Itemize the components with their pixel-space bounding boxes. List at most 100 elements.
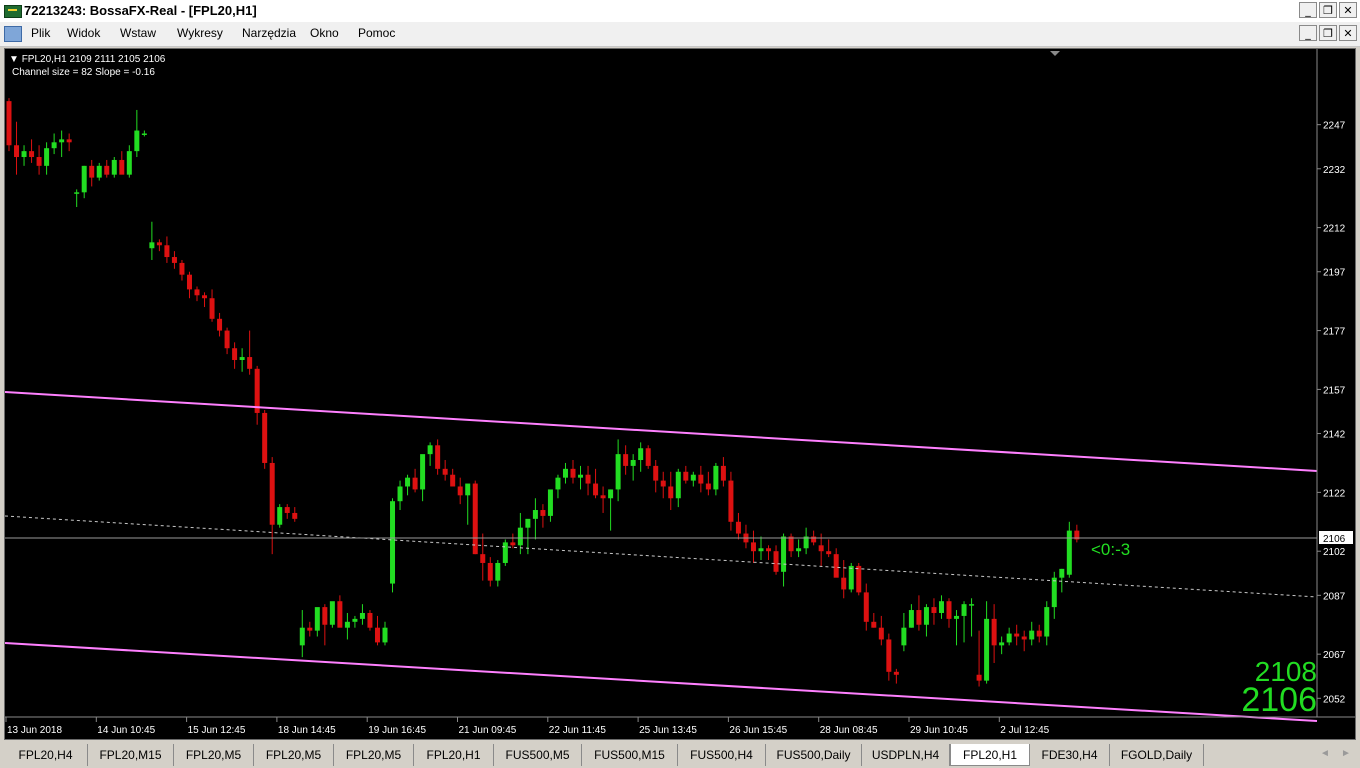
candle-body (141, 133, 147, 135)
candle-body (916, 610, 922, 625)
menu-widok[interactable]: Widok (67, 26, 100, 40)
candle (803, 527, 809, 555)
chart-window[interactable]: 2247 2232 2212 2197 2177 2157 2142 2122 2102 2087… (4, 48, 1356, 740)
candle-body (856, 565, 862, 593)
candle (1059, 568, 1065, 593)
candle (886, 633, 892, 681)
candle-body (277, 507, 283, 525)
candle-body (66, 139, 72, 143)
candle (457, 477, 463, 505)
mdi-close-button[interactable]: ✕ (1339, 25, 1357, 41)
tab-fpl20-m5-2[interactable]: FPL20,M5 (254, 744, 334, 766)
channel-upper-line[interactable] (5, 391, 1318, 472)
collapse-triangle-icon[interactable]: ▼ (9, 54, 19, 65)
candle-body (562, 468, 568, 478)
tab-fus500-m5[interactable]: FUS500,M5 (494, 744, 582, 766)
tab-fpl20-m5-3[interactable]: FPL20,M5 (334, 744, 414, 766)
candle-body (984, 618, 990, 681)
candle-body (923, 607, 929, 625)
candle-body (1051, 577, 1057, 608)
candle (262, 410, 268, 469)
candle (405, 474, 411, 496)
candle-body (179, 262, 185, 275)
candle-body (781, 536, 787, 572)
candle-body (1021, 636, 1027, 640)
candle (1036, 624, 1042, 643)
tab-fpl20-h4[interactable]: FPL20,H4 (4, 744, 88, 766)
menu-pomoc[interactable]: Pomoc (358, 26, 395, 40)
candle-body (314, 607, 320, 631)
candle (367, 610, 373, 631)
tab-usdpln-h4[interactable]: USDPLN,H4 (862, 744, 950, 766)
candle (675, 468, 681, 508)
candle (856, 562, 862, 596)
candle (44, 142, 50, 175)
tab-fpl20-h1[interactable]: FPL20,H1 (414, 744, 494, 766)
candle-body (758, 548, 764, 552)
time-tick-label: 22 Jun 11:45 (549, 725, 607, 736)
tab-fus500-m15[interactable]: FUS500,M15 (582, 744, 678, 766)
menu-plik[interactable]: Plik (31, 26, 50, 40)
menu-okno[interactable]: Okno (310, 26, 339, 40)
tabs-scroll-right-icon[interactable]: ► (1341, 748, 1351, 759)
candle-body (171, 257, 177, 263)
tab-fus500-h4[interactable]: FUS500,H4 (678, 744, 766, 766)
candle (217, 312, 223, 337)
menu-wykresy[interactable]: Wykresy (177, 26, 223, 40)
tabs-scroll-left-icon[interactable]: ◄ (1320, 748, 1330, 759)
candle-body (705, 483, 711, 490)
candle (89, 159, 95, 187)
candle-body (487, 562, 493, 581)
candle-body (89, 165, 95, 178)
price-tick-label: 2122 (1323, 488, 1346, 499)
menu-wstaw[interactable]: Wstaw (120, 26, 156, 40)
candle (420, 454, 426, 502)
candle-body (901, 627, 907, 646)
candle (322, 604, 328, 646)
menu-narzedzia[interactable]: Narzędzia (242, 26, 296, 40)
candle-body (502, 542, 508, 563)
candle-body (472, 483, 478, 555)
candles-layer (6, 98, 1080, 687)
minimize-button[interactable]: _ (1299, 2, 1317, 18)
candle-body (457, 486, 463, 496)
candle (585, 465, 591, 496)
candle (908, 604, 914, 628)
tab-fgold-daily[interactable]: FGOLD,Daily (1110, 744, 1204, 766)
candle (863, 583, 869, 631)
candle-body (623, 454, 629, 466)
price-tick-label: 2087 (1323, 591, 1346, 602)
candle-body (232, 348, 238, 360)
candle-body (224, 330, 230, 349)
candle (540, 504, 546, 528)
mdi-minimize-button[interactable]: _ (1299, 25, 1317, 41)
price-chart[interactable]: 2247 2232 2212 2197 2177 2157 2142 2122 2102 2087… (5, 49, 1355, 739)
tab-fde30-h4[interactable]: FDE30,H4 (1030, 744, 1110, 766)
chart-shift-marker-icon[interactable] (1050, 51, 1060, 56)
tab-fus500-daily[interactable]: FUS500,Daily (766, 744, 862, 766)
candle-body (186, 274, 192, 290)
tab-fpl20-m15[interactable]: FPL20,M15 (88, 744, 174, 766)
restore-button[interactable]: ❐ (1319, 2, 1337, 18)
candle (593, 468, 599, 499)
time-tick-label: 2 Jul 12:45 (1000, 725, 1049, 736)
candle-body (367, 612, 373, 628)
channel-lower-line[interactable] (5, 642, 1318, 722)
candle (6, 98, 12, 152)
candle (51, 133, 57, 155)
candle-body (878, 627, 884, 640)
candle-body (690, 474, 696, 481)
tab-fpl20-m5[interactable]: FPL20,M5 (174, 744, 254, 766)
mdi-restore-button[interactable]: ❐ (1319, 25, 1337, 41)
candle-body (209, 298, 215, 319)
close-button[interactable]: ✕ (1339, 2, 1357, 18)
candle-body (284, 507, 290, 513)
chart-window-icon[interactable] (4, 26, 22, 42)
time-tick-label: 25 Jun 13:45 (639, 725, 697, 736)
candle-body (788, 536, 794, 552)
candle (570, 460, 576, 484)
candle-body (322, 607, 328, 625)
tab-fpl20-h1-active[interactable]: FPL20,H1 (950, 744, 1030, 766)
candle (547, 489, 553, 522)
candle-body (578, 474, 584, 478)
